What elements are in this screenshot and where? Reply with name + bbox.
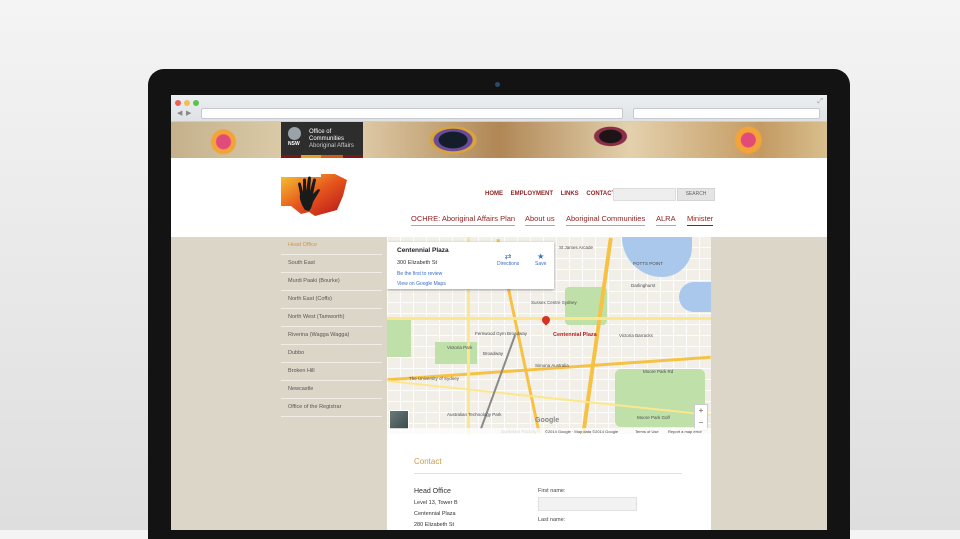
nav-link-home[interactable]: HOME (485, 191, 503, 197)
nav-link-employment[interactable]: EMPLOYMENT (511, 191, 553, 197)
main-nav-ochre[interactable]: OCHRE: Aboriginal Affairs Plan (411, 214, 516, 226)
info-window-address: 300 Elizabeth St (397, 260, 438, 266)
org-name-line1: Office of (309, 129, 332, 135)
fullscreen-icon[interactable]: ⤢ (817, 98, 823, 106)
utility-nav: HOME EMPLOYMENT LINKS CONTACT (485, 191, 619, 197)
address-line: Level 13, Tower B (414, 500, 458, 506)
page-content: Head Office South East Murdi Paaki (Bour… (171, 237, 827, 530)
close-window-button[interactable] (175, 100, 181, 106)
site-search-button[interactable]: SEARCH (677, 188, 715, 201)
harbour-water (622, 237, 692, 277)
office-sidebar: Head Office South East Murdi Paaki (Bour… (281, 237, 382, 417)
nav-link-links[interactable]: LINKS (561, 191, 579, 197)
first-name-field[interactable] (538, 497, 637, 511)
nav-link-contact[interactable]: CONTACT (586, 191, 615, 197)
nsw-wordmark: NSW (288, 141, 300, 147)
org-name: Office of Communities (309, 129, 344, 143)
sidebar-item-north-east[interactable]: North East (Coffs) (281, 291, 382, 309)
contact-section: Contact Head Office Level 13, Tower B Ce… (387, 435, 711, 530)
map-label: Australian Technology Park (447, 412, 502, 417)
map-label: Fernwood Gym Broadway (475, 331, 528, 336)
map-label: Darlinghurst (631, 283, 656, 288)
map-label: Victoria Park (447, 345, 473, 350)
view-on-google-maps-link[interactable]: View on Google Maps (397, 281, 446, 287)
zoom-control: + − (694, 404, 708, 431)
org-name-line2: Communities (309, 136, 345, 142)
map-label: The University of Sydney (409, 376, 460, 381)
browser-toolbar: ◀ ▶ ⤢ (171, 95, 827, 122)
map-label: Moore Park Golf (637, 415, 670, 420)
map-label: Broadway (483, 351, 504, 356)
map-label: Moore Park Rd (643, 369, 674, 374)
map-label: St James Arcade (559, 245, 594, 250)
contact-heading: Contact (414, 457, 442, 466)
last-name-label: Last name: (538, 517, 566, 523)
map-info-window: Centennial Plaza 300 Elizabeth St Be the… (387, 242, 554, 289)
first-name-label: First name: (538, 488, 566, 494)
org-subtitle: Aboriginal Affairs (309, 143, 354, 149)
main-nav-minister[interactable]: Minister (687, 214, 714, 226)
sidebar-item-head-office[interactable]: Head Office (281, 237, 382, 255)
star-icon: ★ (537, 252, 545, 261)
info-window-title: Centennial Plaza (397, 247, 449, 254)
nsw-government-logo[interactable]: NSW Office of Communities Aboriginal Aff… (281, 122, 363, 155)
directions-button[interactable]: ⇄ Directions (497, 252, 519, 267)
map-label: Simona Australia (535, 363, 569, 368)
save-button[interactable]: ★ Save (535, 252, 546, 267)
browser-search-field[interactable] (633, 108, 820, 119)
address-bar[interactable] (201, 108, 623, 119)
divider (414, 473, 682, 474)
sidebar-item-dubbo[interactable]: Dubbo (281, 345, 382, 363)
bay-water (679, 282, 711, 312)
satellite-view-toggle[interactable] (389, 410, 409, 430)
site-search-input[interactable] (613, 188, 676, 201)
sidebar-item-murdi-paaki[interactable]: Murdi Paaki (Bourke) (281, 273, 382, 291)
aboriginal-affairs-hand-logo[interactable] (281, 174, 349, 216)
sidebar-item-north-west[interactable]: North West (Tamworth) (281, 309, 382, 327)
sidebar-item-south-east[interactable]: South East (281, 255, 382, 273)
sidebar-item-newcastle[interactable]: Newcastle (281, 381, 382, 399)
office-name: Head Office (414, 488, 451, 495)
address-line: Centennial Plaza (414, 511, 456, 517)
review-link[interactable]: Be the first to review (397, 271, 442, 277)
address-line: 280 Elizabeth St (414, 522, 455, 528)
minimize-window-button[interactable] (184, 100, 190, 106)
main-nav-about-us[interactable]: About us (525, 214, 555, 226)
browser-screen: ◀ ▶ ⤢ NSW Office of Communities Aborigin… (171, 95, 827, 530)
sidebar-item-registrar[interactable]: Office of the Registrar (281, 399, 382, 417)
forward-icon[interactable]: ▶ (186, 109, 191, 117)
sidebar-item-riverina[interactable]: Riverina (Wagga Wagga) (281, 327, 382, 345)
google-logo: Google (535, 417, 560, 424)
map-attribution: ©2014 Google · Map data ©2014 Google (545, 429, 619, 434)
sidebar-item-broken-hill[interactable]: Broken Hill (281, 363, 382, 381)
waratah-icon (288, 127, 301, 140)
zoom-in-button[interactable]: + (695, 405, 707, 417)
google-map[interactable]: St James Arcade POTTS POINT Sussex Centr… (387, 237, 711, 435)
directions-label: Directions (497, 261, 520, 267)
back-icon[interactable]: ◀ (177, 109, 182, 117)
map-label: Sussex Centre Sydney (531, 300, 577, 305)
webcam (495, 82, 500, 87)
map-label: POTTS POINT (633, 261, 664, 266)
directions-icon: ⇄ (504, 252, 512, 261)
main-nav-aboriginal-communities[interactable]: Aboriginal Communities (566, 214, 646, 226)
pin-label: Centennial Plaza (553, 332, 597, 338)
artwork-banner (171, 122, 827, 158)
maximize-window-button[interactable] (193, 100, 199, 106)
map-label: Victoria Barracks (619, 333, 653, 338)
park-area-west (387, 317, 411, 357)
save-label: Save (535, 261, 547, 267)
terms-of-use-link[interactable]: Terms of Use (635, 429, 659, 434)
main-nav-alra[interactable]: ALRA (656, 214, 676, 226)
report-map-error-link[interactable]: Report a map error (668, 429, 702, 434)
site-header: HOME EMPLOYMENT LINKS CONTACT SEARCH OCH… (171, 158, 827, 237)
map-attribution-bar: ©2014 Google · Map data ©2014 Google Ter… (387, 428, 711, 435)
